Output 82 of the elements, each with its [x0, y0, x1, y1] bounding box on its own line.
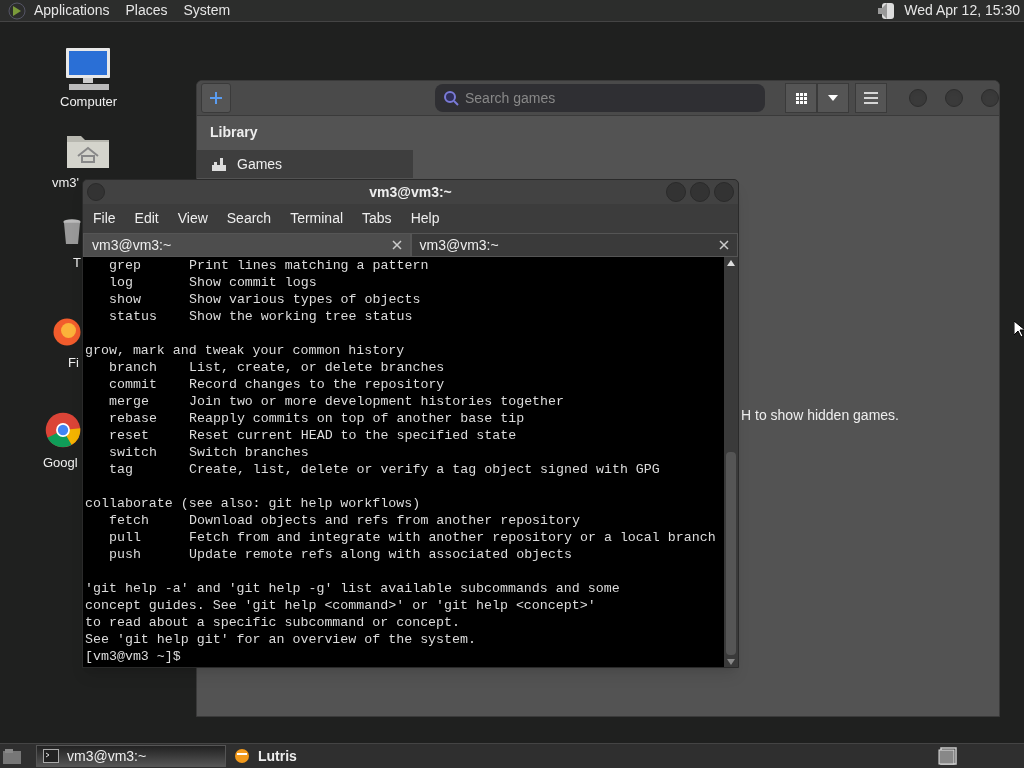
terminal-text: rebase: [109, 410, 158, 427]
menu-item[interactable]: System: [183, 0, 231, 21]
terminal-text: Update remote refs along with associated objects: [189, 546, 572, 563]
sidebar-heading: Library: [210, 123, 259, 142]
terminal-text: merge: [109, 393, 150, 410]
desktop-icon[interactable]: [2, 747, 22, 765]
terminal-text: pull: [109, 529, 142, 546]
menu-item[interactable]: Search: [226, 207, 272, 229]
terminal-prompt: [vm3@vm3 ~]$: [85, 648, 181, 665]
terminal-tab[interactable]: vm3@vm3:~: [410, 233, 738, 257]
plus-icon: [210, 92, 222, 104]
hint-text: H to show hidden games.: [741, 406, 899, 425]
taskbar-button[interactable]: vm3@vm3:~: [36, 745, 226, 767]
terminal-text: List, create, or delete branches: [189, 359, 445, 376]
menu-item[interactable]: Places: [125, 0, 168, 21]
lutris-icon: [234, 748, 250, 764]
terminal-text: concept guides. See 'git help <command>' or 'git help <concept>': [85, 597, 596, 614]
terminal-text: Reset current HEAD to the specified state: [189, 427, 517, 444]
icon-label[interactable]: vm3': [52, 173, 80, 193]
caret-icon: [828, 95, 838, 101]
icon-label[interactable]: T: [73, 253, 81, 273]
terminal-text: Show commit logs: [189, 274, 317, 291]
terminal-text: Show the working tree status: [189, 308, 413, 325]
terminal-icon: [43, 749, 59, 763]
terminal-text: to read about a specific subcommand or concept.: [85, 614, 461, 631]
terminal-text: branch: [109, 359, 158, 376]
menu-item[interactable]: Terminal: [290, 207, 344, 229]
terminal-text: commit: [109, 376, 158, 393]
dropdown-button[interactable]: [817, 83, 849, 113]
terminal-text: Reapply commits on top of another base tip: [189, 410, 525, 427]
logo-icon[interactable]: [8, 1, 26, 20]
close-icon[interactable]: [391, 240, 402, 250]
terminal-text: reset: [109, 427, 150, 444]
icon-label[interactable]: Computer: [60, 92, 118, 112]
scrollbar[interactable]: [724, 257, 738, 667]
taskbar-button[interactable]: Lutris: [228, 745, 303, 767]
terminal-text: Switch branches: [189, 444, 309, 461]
terminal-text: Fetch from and integrate with another repository or a local branch: [189, 529, 716, 546]
menu-item[interactable]: Tabs: [362, 207, 392, 229]
terminal-text: log: [109, 274, 134, 291]
search-icon: [443, 90, 459, 106]
grid-view-button[interactable]: [785, 83, 817, 113]
search-field[interactable]: Search games: [435, 84, 765, 112]
terminal-text: collaborate (see also: git help workflows): [85, 495, 421, 512]
terminal-text: Record changes to the repository: [189, 376, 445, 393]
add-button[interactable]: [201, 83, 231, 113]
joystick-icon: [211, 156, 227, 172]
cursor-icon: [1014, 321, 1024, 337]
menu-item[interactable]: Help: [410, 207, 440, 229]
menu-button[interactable]: [855, 83, 887, 113]
terminal-text: Create, list, delete or verify a tag object signed with GPG: [189, 461, 660, 478]
terminal-text: See 'git help git' for an overview of the system.: [85, 631, 476, 648]
terminal-text: grep: [109, 257, 142, 274]
terminal-text: switch: [109, 444, 158, 461]
computer-icon[interactable]: [63, 46, 113, 92]
terminal-text: Show various types of objects: [189, 291, 421, 308]
terminal-text: Print lines matching a pattern: [189, 257, 429, 274]
window-title: vm3@vm3:~: [369, 182, 452, 202]
menu-item[interactable]: File: [93, 207, 116, 229]
terminal-text: Download objects and refs from another repository: [189, 512, 580, 529]
terminal-text: tag: [109, 461, 134, 478]
terminal-tab[interactable]: vm3@vm3:~: [83, 233, 411, 257]
menu-item[interactable]: View: [177, 207, 208, 229]
sidebar-item[interactable]: Games: [197, 150, 413, 178]
menu-icon: [864, 92, 878, 104]
scroll-up-icon[interactable]: [727, 260, 735, 266]
terminal-text: Join two or more development histories together: [189, 393, 565, 410]
terminal-text: push: [109, 546, 142, 563]
icon-label[interactable]: Googl: [43, 453, 78, 473]
workspace-icon[interactable]: [938, 747, 958, 765]
terminal-text: status: [109, 308, 158, 325]
menu-item[interactable]: Edit: [134, 207, 159, 229]
grid-icon: [795, 92, 807, 104]
terminal-text: 'git help -a' and 'git help -g' list available subcommands and some: [85, 580, 620, 597]
menu-item[interactable]: Applications: [34, 0, 110, 21]
terminal-text: grow, mark and tweak your common history: [85, 342, 405, 359]
clock[interactable]: Wed Apr 12, 15:30: [904, 0, 1020, 21]
icon-label[interactable]: Fi: [68, 353, 79, 373]
close-icon[interactable]: [719, 240, 729, 250]
terminal-text: show: [109, 291, 142, 308]
scroll-down-icon[interactable]: [727, 659, 735, 665]
terminal-text: fetch: [109, 512, 150, 529]
